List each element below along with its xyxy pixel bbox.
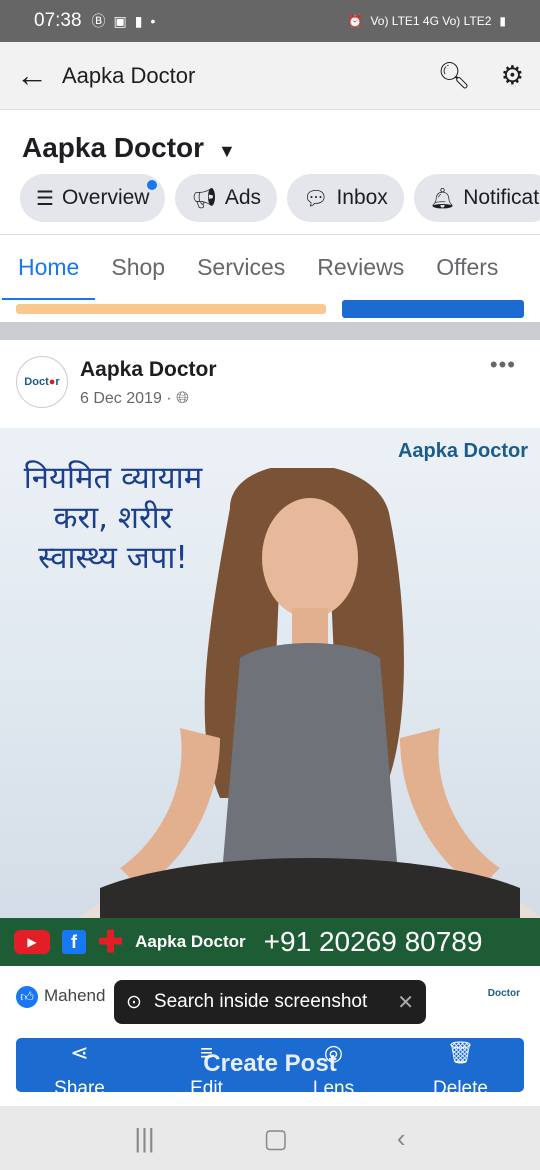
hindi-slogan: नियमित व्यायाम करा, शरीर स्वास्थ्य जपा!: [23, 460, 203, 576]
section-divider: [0, 322, 540, 340]
app-bar-title: Aapka Doctor: [62, 62, 196, 88]
create-post-bar[interactable]: Create Post ⋖ Share ≡ Edit ◎ Lens 🗑︎ Del…: [16, 1038, 524, 1099]
medical-cross-icon: ✚: [98, 925, 124, 959]
battery-icon: ▮: [499, 14, 506, 28]
action-label: Edit: [190, 1078, 223, 1099]
contact-banner: ▶ f ✚ Aapka Doctor +91 20269 80789: [0, 918, 540, 966]
youtube-icon: ▶: [14, 930, 50, 954]
dot-icon: •: [150, 13, 156, 29]
share-icon: ⋖: [70, 1040, 89, 1065]
chip-row: ☰ Overview 📢︎ Ads 💬︎ Inbox 🔔︎ Notificat: [20, 174, 540, 222]
tab-shop[interactable]: Shop: [111, 254, 165, 281]
lens-scan-icon: ⊙: [126, 991, 142, 1013]
notification-dot: [147, 180, 158, 190]
page-tabs: Home Shop Services Reviews Offers: [0, 234, 540, 300]
page-name-switcher[interactable]: Aapka Doctor ▼: [22, 132, 236, 164]
delete-button[interactable]: 🗑︎ Delete: [416, 1038, 506, 1099]
chip-overview[interactable]: ☰ Overview: [20, 174, 166, 222]
chat-icon: 💬︎: [303, 187, 329, 210]
status-bar: 07:38 Ⓑ ▣ ▮ • ⏰ Vo) LTE1 4G Vo) LTE2 ▮: [0, 0, 540, 42]
chip-notifications[interactable]: 🔔︎ Notificat: [413, 174, 540, 222]
tab-home[interactable]: Home: [1, 254, 96, 300]
image-icon: ▣: [113, 12, 127, 29]
page-header: Aapka Doctor ▼ ☰ Overview 📢︎ Ads 💬︎ Inbox…: [0, 110, 540, 234]
brand-logo: Aapka Doctor: [398, 440, 528, 463]
mini-brand-logo: Doctor: [487, 988, 520, 999]
back-icon[interactable]: ‹: [397, 1123, 406, 1154]
alarm-icon: ⏰: [347, 14, 363, 28]
like-icon: 👍︎: [16, 986, 38, 1008]
megaphone-icon: 📢︎: [191, 187, 217, 210]
post-author[interactable]: Aapka Doctor: [80, 358, 217, 382]
chip-label: Overview: [61, 186, 150, 209]
action-label: Delete: [433, 1078, 488, 1099]
edit-icon: ≡: [200, 1040, 213, 1065]
status-right: ⏰ Vo) LTE1 4G Vo) LTE2 ▮: [347, 14, 506, 28]
edit-button[interactable]: ≡ Edit: [162, 1038, 252, 1099]
globe-icon: 🌐︎: [176, 390, 189, 407]
facebook-icon: f: [62, 930, 86, 954]
chip-inbox[interactable]: 💬︎ Inbox: [287, 174, 404, 222]
app-bar: ← Aapka Doctor 🔍︎ ⚙: [0, 42, 540, 110]
list-icon: ☰: [36, 187, 54, 210]
action-label: Lens: [312, 1078, 355, 1099]
recent-apps-icon[interactable]: |||: [134, 1123, 154, 1154]
tab-reviews[interactable]: Reviews: [317, 254, 404, 281]
reaction-names[interactable]: Mahend: [44, 986, 105, 1006]
lens-button[interactable]: ◎ Lens: [289, 1038, 379, 1099]
post-date: 6 Dec 2019: [80, 390, 162, 407]
post-meta: 6 Dec 2019 · 🌐︎: [80, 390, 189, 407]
caret-down-icon: ▼: [218, 141, 236, 161]
delete-icon: 🗑︎: [446, 1040, 475, 1065]
tab-services[interactable]: Services: [197, 254, 285, 281]
back-arrow-icon[interactable]: ←: [16, 57, 62, 94]
chip-label: Inbox: [336, 186, 388, 209]
chip-label: Notificat: [463, 186, 540, 209]
status-time: 07:38: [34, 10, 82, 31]
orange-bar: [16, 304, 326, 314]
toast-text: Search inside screenshot: [153, 991, 368, 1012]
bell-icon: 🔔︎: [429, 187, 456, 210]
screenshot-search-toast[interactable]: ⊙ Search inside screenshot ✕: [114, 980, 426, 1024]
post-header: Doct ● r Aapka Doctor 6 Dec 2019 · 🌐︎ •••: [0, 340, 540, 428]
banner-name: Aapka Doctor: [135, 932, 246, 951]
banner-phone: +91 20269 80789: [263, 926, 483, 957]
lens-icon: ◎: [323, 1040, 344, 1065]
flashlight-icon: ▮: [134, 12, 143, 29]
brand-text: Aapka Doctor: [397, 440, 528, 462]
action-label: Share: [54, 1078, 105, 1099]
home-icon[interactable]: ▢: [264, 1123, 289, 1154]
network-text: Vo) LTE1 4G Vo) LTE2: [370, 14, 492, 28]
chip-label: Ads: [224, 186, 262, 209]
post-image[interactable]: नियमित व्यायाम करा, शरीर स्वास्थ्य जपा! …: [0, 428, 540, 918]
tab-offers[interactable]: Offers: [436, 254, 498, 281]
share-button[interactable]: ⋖ Share: [35, 1038, 125, 1099]
more-options-icon[interactable]: •••: [490, 352, 516, 378]
system-nav-bar: ||| ▢ ‹: [0, 1106, 540, 1170]
gear-icon[interactable]: ⚙: [501, 60, 524, 91]
screenshot-actions: ⋖ Share ≡ Edit ◎ Lens 🗑︎ Delete: [16, 1038, 524, 1099]
close-icon[interactable]: ✕: [397, 990, 414, 1015]
page-name: Aapka Doctor: [22, 132, 205, 163]
chip-ads[interactable]: 📢︎ Ads: [175, 174, 278, 222]
blue-button-edge[interactable]: [342, 300, 524, 318]
b-icon: Ⓑ: [91, 13, 106, 29]
search-icon[interactable]: 🔍︎: [438, 60, 471, 91]
previous-card-edge: [0, 300, 540, 322]
avatar[interactable]: Doct ● r: [16, 356, 68, 408]
